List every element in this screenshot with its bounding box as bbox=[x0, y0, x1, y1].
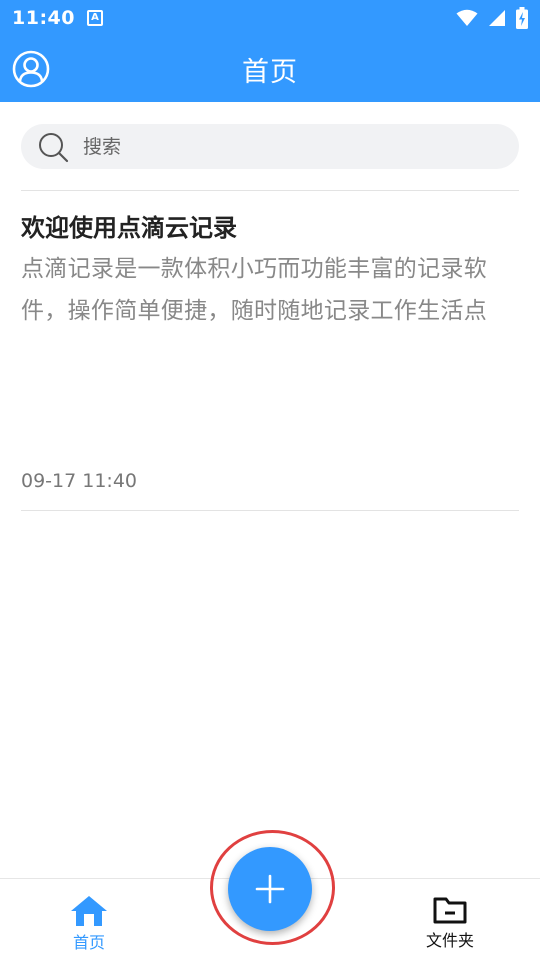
battery-icon bbox=[516, 7, 528, 29]
nav-folder-label: 文件夹 bbox=[425, 931, 474, 950]
wifi-icon bbox=[456, 9, 478, 26]
nav-home-label: 首页 bbox=[72, 933, 105, 952]
note-title: 欢迎使用点滴云记录 bbox=[21, 214, 237, 242]
status-icons bbox=[456, 7, 528, 29]
profile-button[interactable] bbox=[12, 50, 50, 88]
home-screen: 11:40 A 首页 搜索 欢迎使用点滴云记录 点滴记录是一款体积小巧而功能丰富… bbox=[0, 0, 540, 960]
note-timestamp: 09-17 11:40 bbox=[21, 470, 138, 492]
nav-home[interactable]: 首页 bbox=[34, 895, 144, 953]
note-list-item[interactable]: 欢迎使用点滴云记录 点滴记录是一款体积小巧而功能丰富的记录软件，操作简单便捷，随… bbox=[21, 192, 519, 510]
status-bar: 11:40 A bbox=[0, 0, 540, 36]
plus-icon bbox=[255, 874, 285, 904]
search-input[interactable] bbox=[83, 135, 463, 158]
status-time: 11:40 bbox=[12, 7, 75, 29]
signal-icon bbox=[489, 10, 505, 26]
home-icon bbox=[71, 896, 107, 926]
notification-icon: A bbox=[86, 10, 103, 26]
search-bar[interactable] bbox=[21, 124, 519, 169]
folder-icon bbox=[433, 897, 467, 924]
divider bbox=[21, 510, 519, 511]
profile-icon bbox=[12, 50, 50, 88]
divider bbox=[21, 190, 519, 191]
page-title: 首页 bbox=[242, 56, 298, 88]
note-preview: 点滴记录是一款体积小巧而功能丰富的记录软件，操作简单便捷，随时随地记录工作生活点 bbox=[21, 256, 487, 324]
add-note-button[interactable] bbox=[228, 847, 312, 931]
nav-folder[interactable]: 文件夹 bbox=[395, 895, 505, 951]
app-bar: 首页 bbox=[0, 36, 540, 102]
search-icon bbox=[37, 131, 69, 163]
